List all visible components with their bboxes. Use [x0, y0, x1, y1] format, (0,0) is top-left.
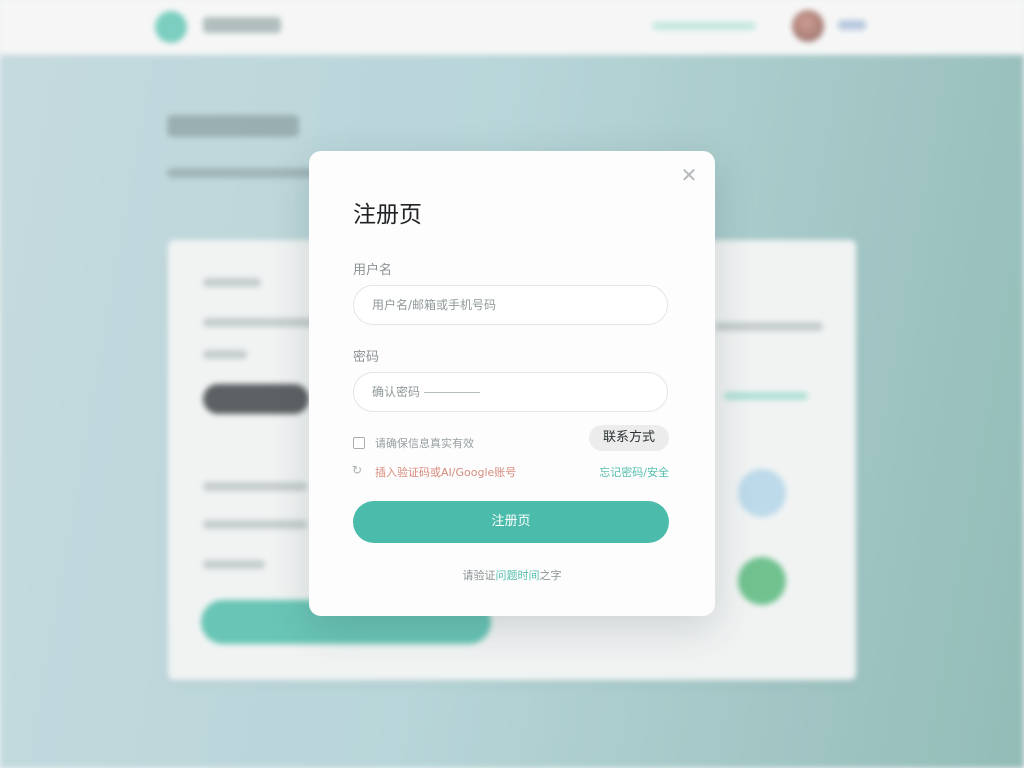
terms-row: 请确保信息真实有效 联系方式 — [353, 425, 669, 455]
close-icon[interactable]: ✕ — [679, 165, 699, 185]
username-input[interactable] — [353, 285, 668, 325]
captcha-hint: 插入验证码或AI/Google账号 — [375, 466, 517, 479]
contact-button[interactable]: 联系方式 — [588, 425, 669, 451]
password-label: 密码 — [353, 350, 380, 365]
captcha-row: ↻ 插入验证码或AI/Google账号 忘记密码/安全 — [352, 460, 669, 484]
register-submit-button[interactable]: 注册页 — [353, 501, 669, 543]
register-modal: ✕ 注册页 用户名 密码 请确保信息真实有效 联系方式 ↻ 插入验证码或AI/G… — [309, 151, 715, 616]
password-input[interactable] — [353, 372, 668, 412]
modal-title: 注册页 — [353, 202, 422, 228]
password-underline — [424, 392, 480, 393]
footer-prefix: 请验证 — [462, 569, 496, 582]
terms-label: 请确保信息真实有效 — [375, 437, 474, 450]
footer-note: 请验证问题时间之字 — [309, 567, 715, 583]
forgot-password-link[interactable]: 忘记密码/安全 — [599, 464, 669, 480]
footer-link[interactable]: 问题时间 — [496, 569, 540, 582]
footer-suffix: 之字 — [539, 569, 562, 582]
username-label: 用户名 — [353, 263, 393, 278]
link-icon: ↻ — [352, 463, 363, 477]
terms-checkbox[interactable] — [353, 437, 365, 449]
